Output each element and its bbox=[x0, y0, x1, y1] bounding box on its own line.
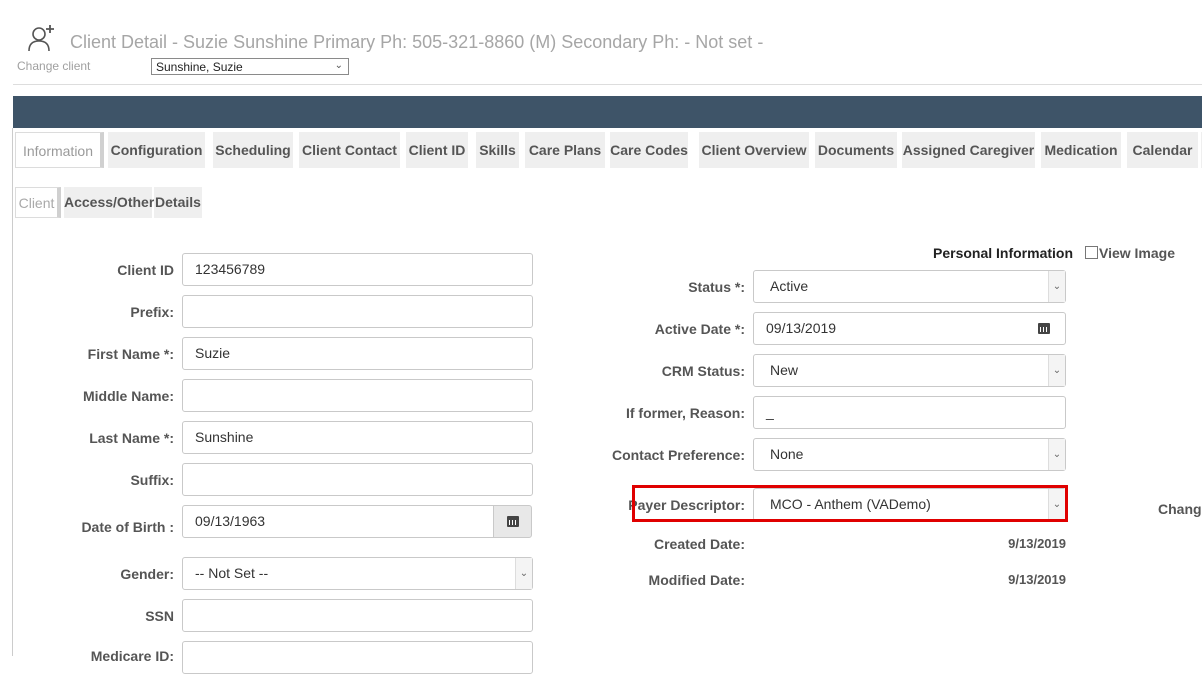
payer-descriptor-highlight bbox=[632, 485, 1068, 522]
tab-information[interactable]: Information bbox=[15, 132, 104, 168]
modified-date-value: 9/13/2019 bbox=[1008, 572, 1066, 587]
ssn-field[interactable] bbox=[182, 599, 533, 632]
medicare-id-field[interactable] bbox=[182, 641, 533, 674]
gender-label: Gender: bbox=[120, 566, 174, 582]
client-id-field[interactable]: 123456789 bbox=[182, 253, 533, 286]
view-image-checkbox[interactable]: View Image bbox=[1085, 245, 1175, 261]
last-name-label: Last Name *: bbox=[89, 430, 174, 446]
crm-status-label: CRM Status: bbox=[661, 363, 745, 379]
chevron-down-icon: ⌄ bbox=[515, 558, 532, 589]
medicare-id-label: Medicare ID: bbox=[90, 648, 174, 664]
tab-medication[interactable]: Medication bbox=[1041, 132, 1121, 168]
client-select-value: Sunshine, Suzie bbox=[156, 60, 243, 74]
calendar-icon bbox=[507, 516, 519, 527]
prefix-label: Prefix: bbox=[130, 304, 174, 320]
subtab-access-other[interactable]: Access/Other bbox=[64, 187, 154, 218]
ssn-label: SSN bbox=[145, 608, 174, 624]
created-date-label: Created Date: bbox=[653, 536, 745, 552]
tab-skills[interactable]: Skills bbox=[476, 132, 519, 168]
date-of-birth-picker-button[interactable] bbox=[493, 505, 532, 538]
chevron-down-icon: ⌄ bbox=[1048, 355, 1065, 386]
crm-status-value: New bbox=[770, 362, 799, 378]
date-of-birth-field[interactable]: 09/13/1963 bbox=[182, 505, 494, 538]
tab-scheduling[interactable]: Scheduling bbox=[213, 132, 293, 168]
tab-client-contact[interactable]: Client Contact bbox=[299, 132, 400, 168]
active-date-field[interactable]: 09/13/2019 bbox=[753, 312, 1066, 345]
client-id-label: Client ID bbox=[117, 262, 174, 278]
change-client-select[interactable]: Sunshine, Suzie ⌄ bbox=[151, 58, 349, 75]
created-date-value: 9/13/2019 bbox=[1008, 536, 1066, 551]
personal-information-heading: Personal Information bbox=[933, 245, 1074, 261]
tab-client-id[interactable]: Client ID bbox=[406, 132, 468, 168]
tab-care-codes[interactable]: Care Codes bbox=[610, 132, 688, 168]
contact-preference-value: None bbox=[770, 446, 804, 462]
content-border bbox=[12, 128, 13, 656]
date-of-birth-label: Date of Birth : bbox=[81, 519, 174, 535]
prefix-field[interactable] bbox=[182, 295, 533, 328]
subtab-client[interactable]: Client bbox=[15, 187, 61, 218]
crm-status-select[interactable]: New ⌄ bbox=[753, 354, 1066, 387]
active-date-label: Active Date *: bbox=[654, 321, 745, 337]
tab-client-overview[interactable]: Client Overview bbox=[699, 132, 809, 168]
status-label: Status *: bbox=[688, 279, 745, 295]
user-add-icon bbox=[28, 25, 54, 52]
last-name-field[interactable]: Sunshine bbox=[182, 421, 533, 454]
suffix-field[interactable] bbox=[182, 463, 533, 496]
nav-bar bbox=[13, 96, 1202, 128]
tab-care-plans[interactable]: Care Plans bbox=[525, 132, 605, 168]
contact-preference-select[interactable]: None ⌄ bbox=[753, 438, 1066, 471]
checkbox-icon bbox=[1085, 246, 1098, 259]
gender-value: -- Not Set -- bbox=[195, 565, 269, 581]
gender-select[interactable]: -- Not Set -- ⌄ bbox=[182, 557, 533, 590]
modified-date-label: Modified Date: bbox=[648, 572, 745, 588]
divider bbox=[13, 84, 1202, 85]
first-name-field[interactable]: Suzie bbox=[182, 337, 533, 370]
status-value: Active bbox=[770, 278, 809, 294]
tab-calendar[interactable]: Calendar bbox=[1127, 132, 1198, 168]
chevron-down-icon: ⌄ bbox=[334, 60, 343, 71]
tab-configuration[interactable]: Configuration bbox=[108, 132, 205, 168]
middle-name-label: Middle Name: bbox=[82, 388, 174, 404]
contact-preference-label: Contact Preference: bbox=[611, 447, 745, 463]
subtab-details[interactable]: Details bbox=[154, 187, 202, 218]
chevron-down-icon: ⌄ bbox=[1048, 271, 1065, 302]
status-select[interactable]: Active ⌄ bbox=[753, 270, 1066, 303]
active-date-value: 09/13/2019 bbox=[766, 320, 837, 336]
tab-documents[interactable]: Documents bbox=[815, 132, 897, 168]
former-reason-field[interactable]: _ bbox=[753, 396, 1066, 429]
calendar-icon[interactable] bbox=[1038, 323, 1050, 334]
former-reason-label: If former, Reason: bbox=[625, 405, 745, 421]
page-title: Client Detail - Suzie Sunshine Primary P… bbox=[70, 32, 764, 52]
first-name-label: First Name *: bbox=[87, 346, 174, 362]
view-image-label: View Image bbox=[1099, 245, 1176, 261]
tab-assigned-caregiver[interactable]: Assigned Caregiver bbox=[902, 132, 1035, 168]
chevron-down-icon: ⌄ bbox=[1048, 439, 1065, 470]
change-client-label: Change client bbox=[17, 59, 91, 73]
middle-name-field[interactable] bbox=[182, 379, 533, 412]
suffix-label: Suffix: bbox=[130, 472, 174, 488]
change-link[interactable]: Change bbox=[1158, 501, 1202, 517]
